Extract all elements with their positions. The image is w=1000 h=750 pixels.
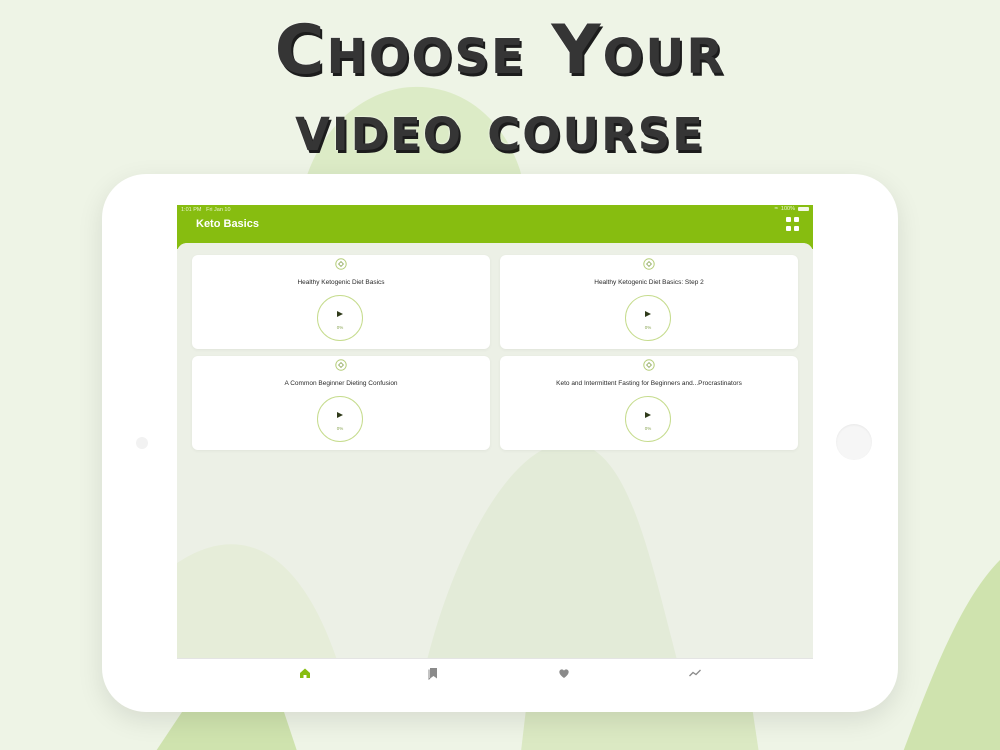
heart-icon[interactable]: [557, 666, 571, 680]
course-card[interactable]: Keto and Intermittent Fasting for Beginn…: [500, 356, 798, 450]
course-card[interactable]: Healthy Ketogenic Diet Basics: Step 2 0%: [500, 255, 798, 349]
tab-bar: [177, 658, 813, 689]
status-time: 1:01 PM Fri Jan 10: [181, 207, 231, 213]
course-card[interactable]: A Common Beginner Dieting Confusion 0%: [192, 356, 490, 450]
badge-icon: [643, 359, 655, 371]
play-icon: [337, 412, 343, 418]
course-title: Healthy Ketogenic Diet Basics: Step 2: [594, 279, 704, 286]
bookmark-icon[interactable]: [426, 666, 440, 680]
course-title: A Common Beginner Dieting Confusion: [284, 380, 398, 387]
tablet-camera: [136, 437, 148, 449]
status-time-text: 1:01 PM: [181, 207, 202, 213]
tablet-home-button[interactable]: [836, 424, 872, 460]
course-progress: 0%: [336, 426, 344, 431]
app-screen: 1:01 PM Fri Jan 10 ≈ 100% Keto Basics He…: [177, 205, 813, 660]
play-icon: [645, 311, 651, 317]
battery-icon: [798, 207, 809, 211]
trend-icon[interactable]: [688, 666, 702, 680]
app-title: Keto Basics: [196, 218, 259, 230]
badge-icon: [335, 258, 347, 270]
course-title: Keto and Intermittent Fasting for Beginn…: [556, 380, 742, 387]
play-icon: [337, 311, 343, 317]
headline-line-1: Choose Your: [274, 11, 726, 90]
status-right: ≈ 100%: [775, 206, 809, 212]
play-icon: [645, 412, 651, 418]
play-button[interactable]: 0%: [625, 295, 671, 341]
course-list: Healthy Ketogenic Diet Basics 0% Healthy…: [177, 243, 813, 660]
status-date-text: Fri Jan 10: [206, 207, 231, 213]
play-button[interactable]: 0%: [317, 295, 363, 341]
badge-icon: [335, 359, 347, 371]
course-card[interactable]: Healthy Ketogenic Diet Basics 0%: [192, 255, 490, 349]
headline-line-2: video course: [295, 92, 705, 166]
play-button[interactable]: 0%: [625, 396, 671, 442]
course-title: Healthy Ketogenic Diet Basics: [297, 279, 385, 286]
course-progress: 0%: [336, 325, 344, 330]
battery-text: 100%: [780, 206, 795, 212]
grid-icon[interactable]: [786, 217, 800, 231]
course-progress: 0%: [644, 325, 652, 330]
badge-icon: [643, 258, 655, 270]
course-progress: 0%: [644, 426, 652, 431]
home-icon[interactable]: [298, 666, 312, 680]
play-button[interactable]: 0%: [317, 396, 363, 442]
wifi-icon: ≈: [774, 206, 778, 212]
